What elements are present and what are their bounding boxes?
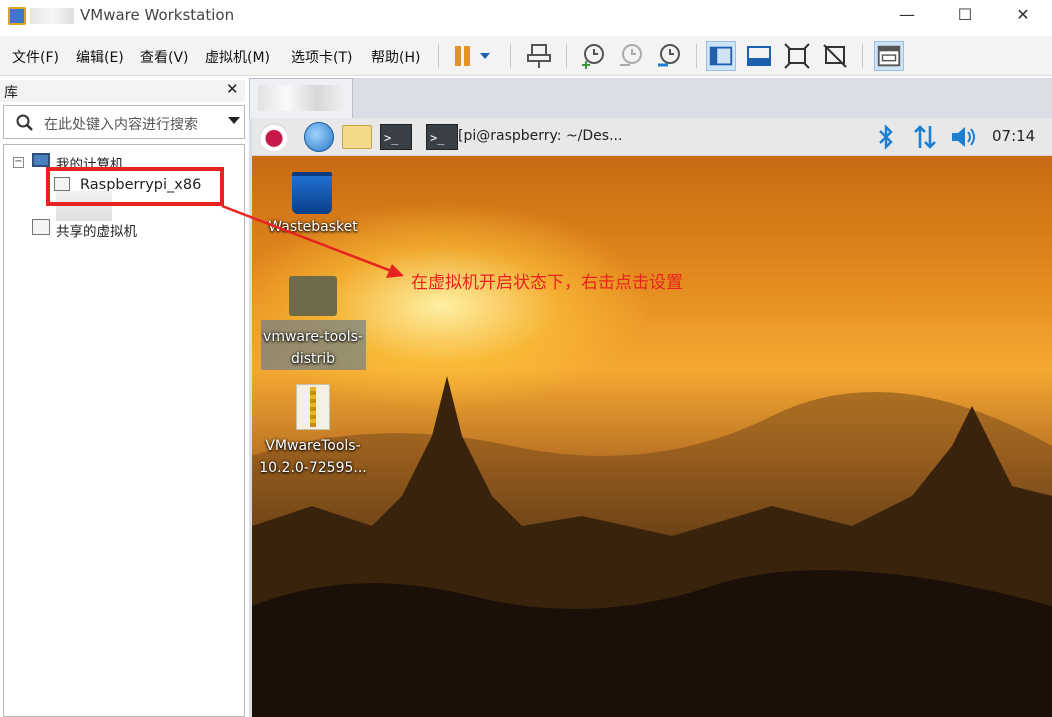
folder-icon[interactable]	[289, 276, 337, 316]
menu-bar: 文件(F) 编辑(E) 查看(V) 虚拟机(M) 选项卡(T) 帮助(H)	[0, 36, 1052, 76]
title-bar: VMware Workstation — ☐ ✕	[0, 0, 1052, 32]
menu-view[interactable]: 查看(V)	[140, 47, 189, 67]
tree-item-shared-vms[interactable]: 共享的虚拟机	[56, 220, 137, 240]
library-title: 库	[4, 85, 18, 101]
library-header: 库 ✕	[0, 80, 245, 102]
unity-icon[interactable]	[820, 41, 850, 71]
menu-help[interactable]: 帮助(H)	[371, 47, 420, 67]
console-view-icon[interactable]	[874, 41, 904, 71]
toolbar-separator	[510, 44, 511, 68]
vmware-tools-distrib-label-2[interactable]: distrib	[252, 348, 374, 370]
library-close-button[interactable]: ✕	[226, 80, 239, 98]
thumbnail-bar-icon[interactable]	[744, 41, 774, 71]
show-library-icon[interactable]	[706, 41, 736, 71]
snapshot-icon[interactable]	[578, 41, 608, 71]
wallpaper-silhouette	[252, 376, 1052, 717]
guest-clock: 07:14	[992, 127, 1036, 145]
web-browser-icon[interactable]	[304, 122, 334, 152]
wastebasket-icon[interactable]	[292, 172, 332, 214]
shared-vms-icon	[32, 219, 50, 235]
snapshot-manager-icon[interactable]	[654, 41, 684, 71]
archive-file-icon[interactable]	[296, 384, 330, 430]
revert-snapshot-icon[interactable]	[616, 41, 646, 71]
terminal-window-title[interactable]: [pi@raspberry: ~/Des...	[458, 128, 622, 144]
full-screen-icon[interactable]	[782, 41, 812, 71]
terminal-window-icon[interactable]: >_	[426, 124, 458, 150]
vm-tab[interactable]	[249, 78, 353, 118]
vmware-tools-distrib-label-1[interactable]: vmware-tools-	[252, 326, 374, 348]
menu-edit[interactable]: 编辑(E)	[76, 47, 124, 67]
blurred-tab-label	[258, 85, 346, 111]
menu-tabs[interactable]: 选项卡(T)	[291, 47, 352, 67]
search-icon	[16, 114, 33, 131]
send-ctrl-alt-del-icon[interactable]	[524, 41, 554, 71]
vmware-app-icon	[8, 7, 26, 25]
menu-file[interactable]: 文件(F)	[12, 47, 59, 67]
raspberry-menu-icon[interactable]	[260, 123, 288, 151]
collapse-icon[interactable]: −	[13, 157, 24, 168]
blurred-title-region	[30, 8, 74, 24]
guest-taskbar: >_ >_ [pi@raspberry: ~/Des... 07:14	[252, 118, 1052, 156]
guest-desktop[interactable]: Wastebasket vmware-tools- distrib VMware…	[252, 156, 1052, 717]
search-placeholder: 在此处键入内容进行搜索	[44, 117, 198, 133]
toolbar-separator	[696, 44, 697, 68]
window-title: VMware Workstation	[80, 6, 235, 24]
search-dropdown-icon[interactable]	[228, 117, 240, 124]
bluetooth-icon[interactable]	[876, 124, 896, 150]
vmwaretools-archive-label-2[interactable]: 10.2.0-72595...	[252, 457, 374, 479]
volume-icon[interactable]	[950, 125, 978, 149]
library-search-input[interactable]: 在此处键入内容进行搜索	[3, 105, 245, 139]
toolbar-separator	[862, 44, 863, 68]
annotation-highlight-box	[46, 167, 224, 206]
chevron-down-icon[interactable]	[476, 41, 494, 71]
menu-vm[interactable]: 虚拟机(M)	[205, 47, 270, 67]
wastebasket-label[interactable]: Wastebasket	[252, 216, 374, 238]
network-icon[interactable]	[912, 124, 938, 150]
toolbar-separator	[438, 44, 439, 68]
terminal-launcher-icon[interactable]: >_	[380, 124, 412, 150]
vmwaretools-archive-label-1[interactable]: VMwareTools-	[252, 435, 374, 457]
minimize-button[interactable]: —	[884, 0, 930, 32]
maximize-button[interactable]: ☐	[942, 0, 988, 32]
toolbar-separator	[566, 44, 567, 68]
annotation-text: 在虚拟机开启状态下，右击点击设置	[411, 273, 683, 293]
library-tree: − 我的计算机 Raspberrypi_x86 共享的虚拟机	[3, 144, 245, 717]
file-manager-icon[interactable]	[342, 125, 372, 149]
close-button[interactable]: ✕	[1000, 0, 1046, 32]
computer-icon	[32, 153, 50, 167]
